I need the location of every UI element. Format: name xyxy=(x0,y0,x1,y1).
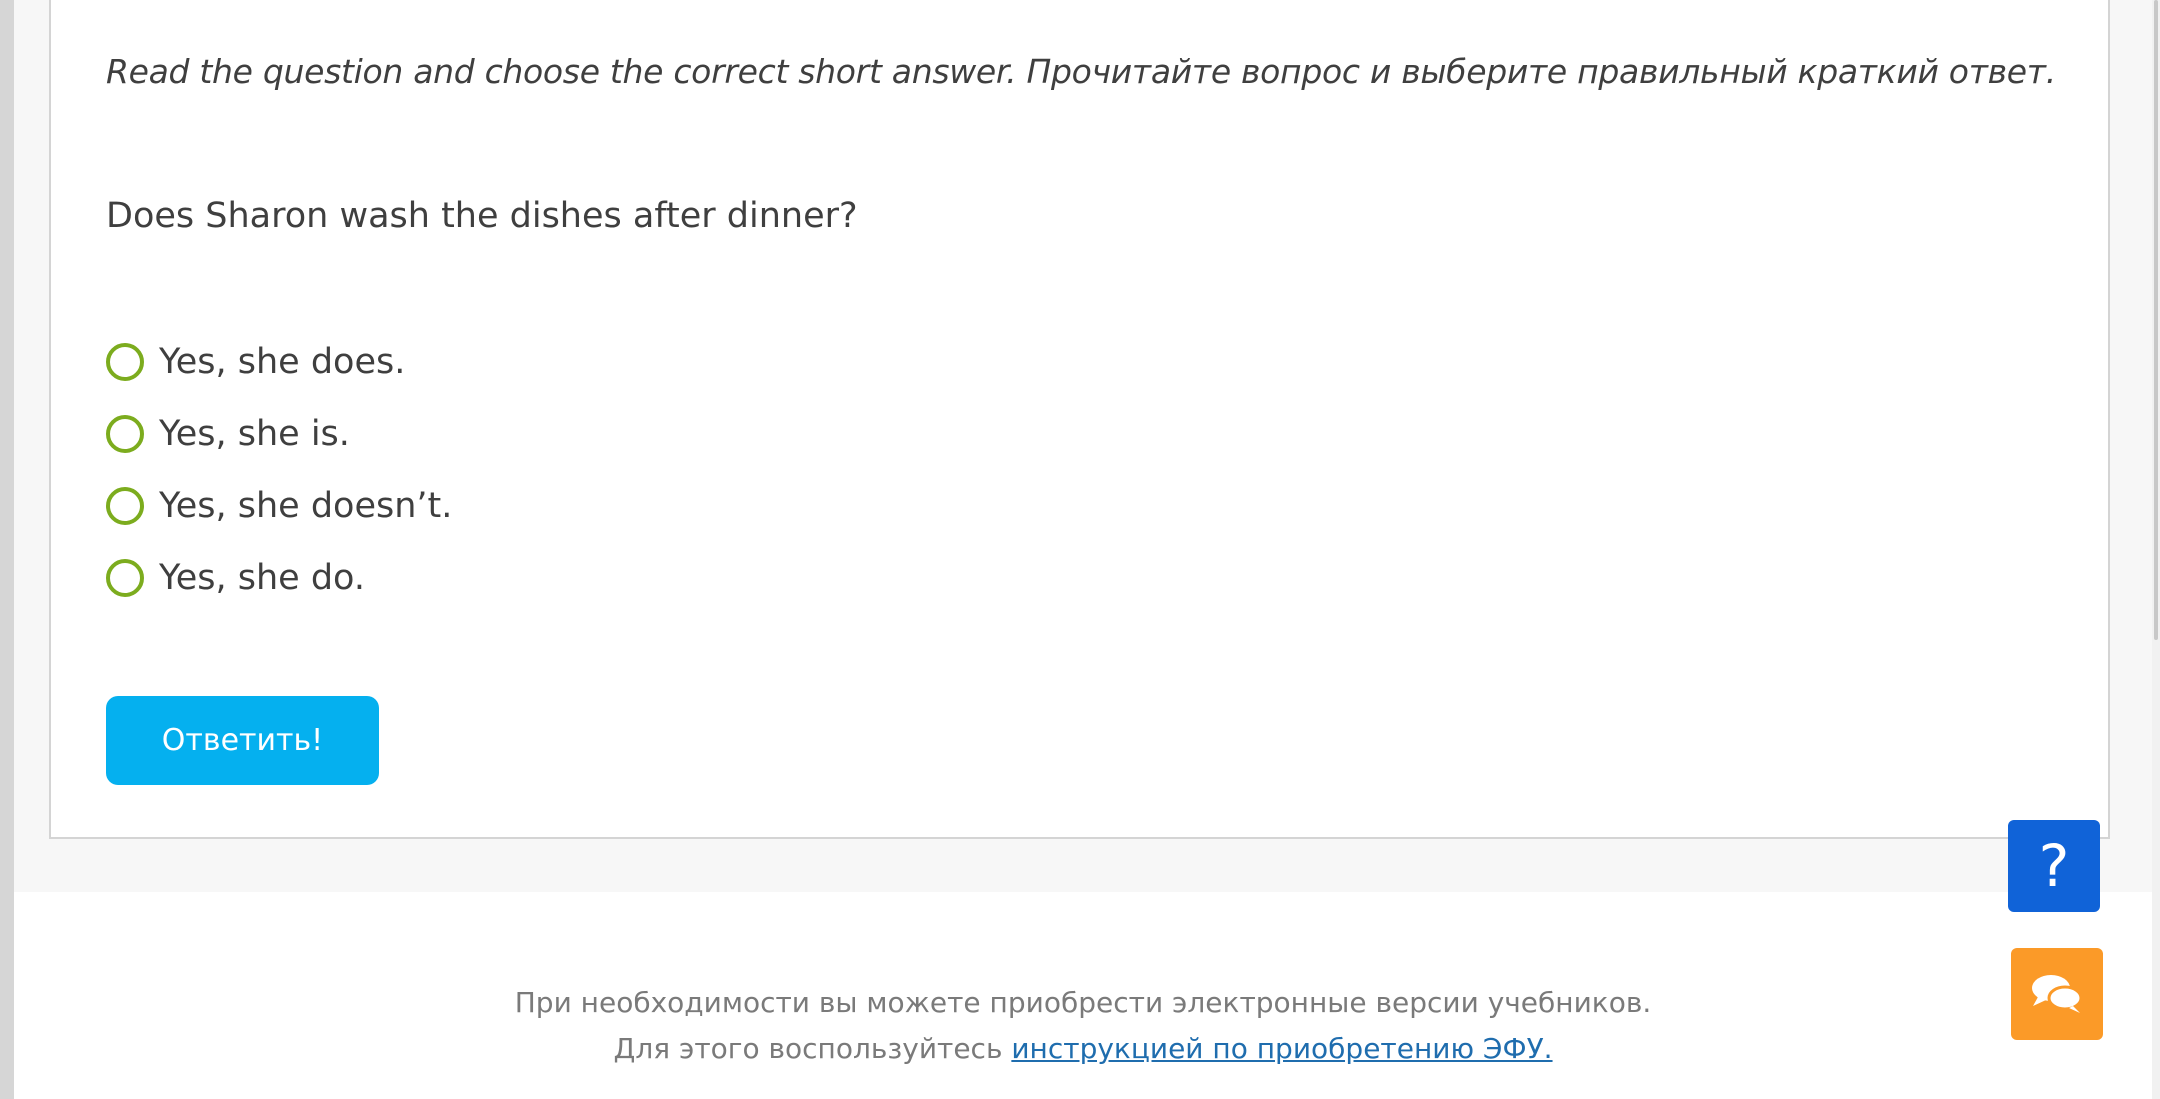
help-button[interactable]: ? xyxy=(2008,820,2100,912)
left-page-edge xyxy=(0,0,14,1099)
answer-option[interactable]: Yes, she does. xyxy=(106,326,452,398)
page-footer: При необходимости вы можете приобрести э… xyxy=(14,892,2152,1099)
question-text: Does Sharon wash the dishes after dinner… xyxy=(106,196,858,236)
answer-option[interactable]: Yes, she doesn’t. xyxy=(106,470,452,542)
chat-button[interactable] xyxy=(2011,948,2103,1040)
radio-button[interactable] xyxy=(106,415,144,453)
answer-option-label: Yes, she is. xyxy=(159,414,350,454)
scrollbar-thumb[interactable] xyxy=(2154,0,2158,640)
answer-option-label: Yes, she does. xyxy=(159,342,406,382)
answer-option-label: Yes, she do. xyxy=(159,558,365,598)
radio-button[interactable] xyxy=(106,487,144,525)
radio-button[interactable] xyxy=(106,559,144,597)
exercise-card: Read the question and choose the correct… xyxy=(49,0,2110,839)
footer-notice: При необходимости вы можете приобрести э… xyxy=(514,986,1652,1019)
task-instruction: Read the question and choose the correct… xyxy=(106,52,2056,91)
scrollbar-track[interactable] xyxy=(2152,0,2160,1099)
chat-bubbles-icon xyxy=(2032,975,2083,1013)
answer-option[interactable]: Yes, she is. xyxy=(106,398,452,470)
answer-options: Yes, she does. Yes, she is. Yes, she doe… xyxy=(106,326,452,614)
purchase-instruction-link[interactable]: инструкцией по приобретению ЭФУ. xyxy=(1011,1032,1552,1065)
answer-option-label: Yes, she doesn’t. xyxy=(159,486,453,526)
submit-answer-button[interactable]: Ответить! xyxy=(106,696,379,785)
radio-button[interactable] xyxy=(106,343,144,381)
footer-instruction-line: Для этого воспользуйтесь инструкцией по … xyxy=(14,1032,2152,1065)
footer-instruction-prefix: Для этого воспользуйтесь xyxy=(613,1032,1012,1065)
answer-option[interactable]: Yes, she do. xyxy=(106,542,452,614)
